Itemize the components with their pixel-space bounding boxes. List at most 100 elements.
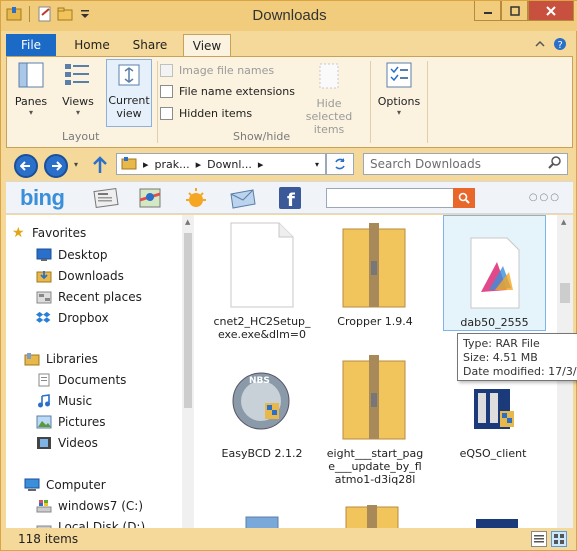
window-controls [474,1,574,21]
chevron-right-icon[interactable]: ▸ [258,158,264,171]
refresh-button[interactable] [326,153,354,175]
file-item-partial[interactable] [242,515,282,528]
bing-more-button[interactable]: ○○○ [529,192,561,203]
sidebar-item-desktop[interactable]: Desktop [36,245,108,265]
sidebar-group-computer[interactable]: Computer [24,475,106,495]
item-count: 118 items [18,532,79,546]
current-view-button[interactable]: Current view [106,59,152,127]
views-icon [59,62,97,91]
explorer-window: Downloads File Home Share View ? Panes ▾… [0,0,577,551]
sidebar-item-label: Favorites [32,226,87,240]
file-name-line-1: eight___start_pag [326,447,424,460]
sidebar-item-label: Downloads [58,269,124,283]
facebook-icon[interactable]: f [276,186,306,211]
hide-selected-label-1: Hide selected [305,97,353,123]
sidebar-item-label: Dropbox [58,311,109,325]
ribbon-view: Panes ▾ Views ▾ Current view Layout Imag… [6,56,573,148]
file-item-partial[interactable] [472,517,522,528]
file-item[interactable]: eight___start_pag e___update_by_fl atmo1… [325,353,425,486]
panes-button[interactable]: Panes ▾ [13,62,49,117]
file-item[interactable]: Cropper 1.9.4 [325,221,425,328]
up-button[interactable] [92,156,108,177]
checkbox-box [160,85,173,98]
search-input[interactable]: Search Downloads [363,153,568,175]
bing-search-button[interactable] [453,188,475,208]
breadcrumb-downloads[interactable]: Downl... [207,158,252,171]
file-item[interactable]: cnet2_HC2Setup_ exe.exe&dlm=0 [212,221,312,341]
title-bar: Downloads [1,1,577,31]
recent-locations-dropdown[interactable]: ▾ [74,160,78,169]
sidebar-item-downloads[interactable]: Downloads [36,266,124,286]
svg-text:f: f [287,190,295,210]
sidebar-item-pictures[interactable]: Pictures [36,412,106,432]
sidebar-item-documents[interactable]: Documents [36,370,126,390]
show-hide-group-label: Show/hide [233,130,291,143]
checkbox-box [160,107,173,120]
scroll-up-arrow-icon[interactable]: ▲ [561,218,566,226]
sidebar-item-label: Computer [46,478,106,492]
hide-selected-items-button[interactable]: Hide selected items [293,62,365,136]
minimize-button[interactable] [474,1,501,21]
navigation-row: ▾ ▸ prak... ▸ Downl... ▸ ▾ Search Downlo… [6,148,573,181]
zip-folder-icon[interactable] [342,505,402,528]
weather-icon[interactable] [181,186,211,210]
options-icon [375,62,423,91]
bing-logo[interactable]: bing [20,185,65,211]
zip-folder-icon [336,353,414,441]
sidebar-item-drive-d[interactable]: Local Disk (D:) [36,517,145,528]
file-name-extensions-checkbox[interactable]: File name extensions [160,85,295,98]
sidebar-item-music[interactable]: Music [36,391,92,411]
tab-home[interactable]: Home [66,34,118,56]
sidebar-item-label: Libraries [46,352,98,366]
file-name-line-3: atmo1-d3iq28l [334,473,416,486]
sidebar-item-dropbox[interactable]: Dropbox [36,308,109,328]
file-name-line-1: EasyBCD 2.1.2 [221,447,303,460]
navigation-scrollbar[interactable]: ▲ [182,215,194,528]
scrollbar-thumb[interactable] [560,283,570,303]
chevron-right-icon[interactable]: ▸ [143,158,149,171]
breadcrumb-user[interactable]: prak... [155,158,190,171]
sidebar-item-drive-c[interactable]: windows7 (C:) [36,496,143,516]
help-icon[interactable]: ? [553,37,567,54]
panes-icon [13,62,49,91]
sidebar-group-libraries[interactable]: Libraries [24,349,98,369]
news-icon[interactable] [92,186,122,210]
file-item-selected[interactable]: dab50_2555 [443,215,546,331]
chevron-right-icon[interactable]: ▸ [196,158,202,171]
forward-button[interactable] [44,154,68,178]
close-button[interactable] [528,1,574,21]
ribbon-tabs: File Home Share View ? [6,31,573,56]
maps-icon[interactable] [136,186,166,210]
options-button[interactable]: Options ▾ [375,62,423,117]
image-file-names-label: Image file names [179,64,275,77]
sidebar-item-videos[interactable]: Videos [36,433,98,453]
sidebar-group-favorites[interactable]: ★ Favorites [12,223,86,243]
bing-search-input[interactable] [326,188,474,208]
back-button[interactable] [14,154,38,178]
hidden-items-checkbox[interactable]: Hidden items [160,107,252,120]
address-bar[interactable]: ▸ prak... ▸ Downl... ▸ ▾ [116,153,326,175]
options-label: Options [377,95,421,108]
tab-view[interactable]: View [183,34,231,56]
views-button[interactable]: Views ▾ [59,62,97,117]
sidebar-item-recent-places[interactable]: Recent places [36,287,142,307]
image-file-names-checkbox[interactable]: Image file names [160,64,274,77]
tab-share[interactable]: Share [124,34,176,56]
sidebar-item-label: Pictures [58,415,106,429]
mail-icon[interactable] [228,186,258,210]
details-view-button[interactable] [531,531,547,547]
search-icon[interactable] [548,156,561,172]
sidebar-item-label: Music [58,394,93,408]
file-tooltip: Type: RAR File Size: 4.51 MB Date modifi… [457,333,577,381]
tooltip-modified: Date modified: 17/3/2 [463,365,577,378]
scrollbar-thumb[interactable] [184,233,192,408]
scroll-up-arrow-icon[interactable]: ▲ [185,218,190,226]
address-history-dropdown[interactable]: ▾ [315,160,319,169]
large-icons-view-button[interactable] [551,531,567,547]
hide-selected-icon [293,62,365,93]
file-item[interactable]: NBS EasyBCD 2.1.2 [212,353,312,460]
expand-ribbon-icon[interactable] [535,40,545,51]
panes-dropdown-icon: ▾ [28,108,33,117]
tab-file[interactable]: File [6,34,56,56]
maximize-button[interactable] [501,1,528,21]
